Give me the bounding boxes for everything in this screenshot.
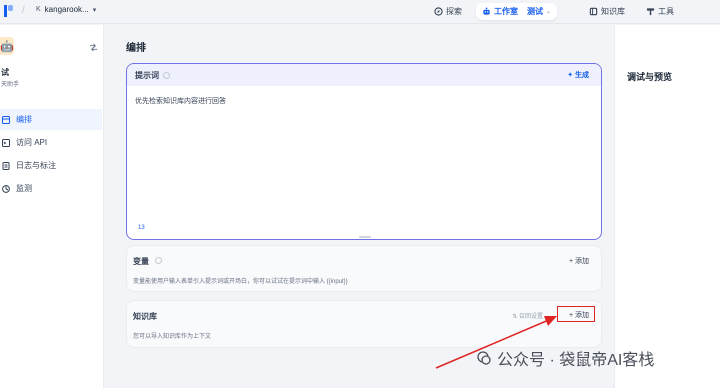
app-avatar: 🤖 [0, 37, 14, 55]
generate-button[interactable]: ✦ 生成 [567, 70, 589, 80]
sidebar-item-logs[interactable]: 日志与标注 [0, 155, 102, 176]
current-app-label[interactable]: 测试 [527, 6, 543, 17]
document-icon [2, 161, 10, 170]
prompt-textarea[interactable]: 优先检索知识库内容进行回答 [135, 96, 226, 106]
top-bar: / K kangarook... ▾ 探索 工作室 测试 ⌄ 知识库 工具 [0, 0, 720, 24]
workspace-selector[interactable]: K kangarook... ▾ [36, 5, 96, 14]
help-icon[interactable] [155, 257, 163, 264]
debug-preview-title: 调试与预览 [627, 72, 673, 82]
char-count: 13 [138, 225, 145, 231]
monitor-icon [2, 184, 10, 193]
nav-studio[interactable]: 工作室 测试 ⌄ [476, 3, 558, 20]
chevron-down-icon: ▾ [92, 6, 97, 14]
sidebar-item-label: 监测 [16, 184, 32, 193]
page-title: 编排 [126, 43, 146, 54]
compass-icon [434, 7, 443, 16]
nav-knowledge[interactable]: 知识库 [583, 3, 631, 20]
breadcrumb-separator: / [22, 5, 25, 16]
variables-description: 变量能使用户输入表单引入提示词或开场白，你可以试试在提示词中输入 {{input… [133, 279, 348, 285]
app-sidebar: 🤖 试 天助手 编排 访问 API 日志与标注 监测 [0, 25, 104, 388]
add-knowledge-button[interactable]: + 添加 [569, 310, 589, 320]
nav-explore[interactable]: 探索 [428, 3, 468, 20]
knowledge-title: 知识库 [133, 312, 157, 321]
app-logo-icon[interactable] [3, 4, 15, 18]
prompt-header: 提示词 ✦ 生成 [127, 64, 601, 86]
book-icon [589, 7, 598, 16]
chevron-down-icon: ⌄ [546, 9, 552, 15]
terminal-icon [2, 138, 10, 147]
sidebar-item-monitor[interactable]: 监测 [0, 178, 102, 199]
add-variable-label: 添加 [575, 258, 589, 265]
knowledge-description: 您可以导入知识库作为上下文 [133, 334, 212, 340]
wechat-icon [477, 351, 491, 365]
watermark: 公众号 · 袋鼠帝AI客栈 [477, 346, 654, 370]
nav-knowledge-label: 知识库 [601, 7, 625, 16]
variables-section: 变量 + 添加 变量能使用户输入表单引入提示词或开场白，你可以试试在提示词中输入… [126, 245, 602, 292]
sidebar-item-label: 编排 [16, 115, 32, 124]
app-name: 试 [1, 68, 9, 77]
retrieval-settings-button[interactable]: ⇅ 召回设置 [512, 311, 543, 320]
nav-studio-label: 工作室 [494, 7, 518, 16]
sidebar-item-label: 日志与标注 [16, 161, 56, 170]
sidebar-item-label: 访问 API [16, 138, 48, 147]
workspace-badge: K [36, 6, 41, 13]
watermark-text: 公众号 · 袋鼠帝AI客栈 [497, 352, 655, 369]
nav-tools[interactable]: 工具 [640, 3, 680, 20]
knowledge-section: 知识库 ⇅ 召回设置 + 添加 您可以导入知识库作为上下文 [126, 300, 602, 348]
prompt-title: 提示词 [135, 70, 159, 80]
workspace-name: kangarook... [44, 5, 89, 14]
collapse-sidebar-icon[interactable] [89, 43, 98, 52]
help-icon[interactable] [163, 71, 170, 79]
nav-tools-label: 工具 [658, 7, 674, 16]
add-knowledge-label: 添加 [575, 312, 589, 319]
prompt-editor[interactable]: 提示词 ✦ 生成 优先检索知识库内容进行回答 13 [126, 63, 602, 240]
nav-explore-label: 探索 [446, 7, 462, 16]
app-type: 天助手 [1, 82, 20, 88]
debug-preview-panel: 调试与预览 [614, 25, 720, 388]
sidebar-item-api[interactable]: 访问 API [0, 132, 102, 153]
variables-title: 变量 [133, 256, 163, 267]
sidebar-item-orchestrate[interactable]: 编排 [0, 109, 102, 130]
generate-label: 生成 [575, 72, 589, 79]
layout-icon [2, 115, 10, 124]
sidebar-menu: 编排 访问 API 日志与标注 监测 [0, 109, 102, 201]
orchestrate-panel: 编排 提示词 ✦ 生成 优先检索知识库内容进行回答 13 变量 + 添加 变量能… [104, 25, 614, 388]
hammer-icon [646, 8, 655, 16]
resize-handle[interactable] [359, 236, 371, 238]
robot-icon [483, 7, 490, 15]
add-variable-button[interactable]: + 添加 [569, 256, 589, 266]
